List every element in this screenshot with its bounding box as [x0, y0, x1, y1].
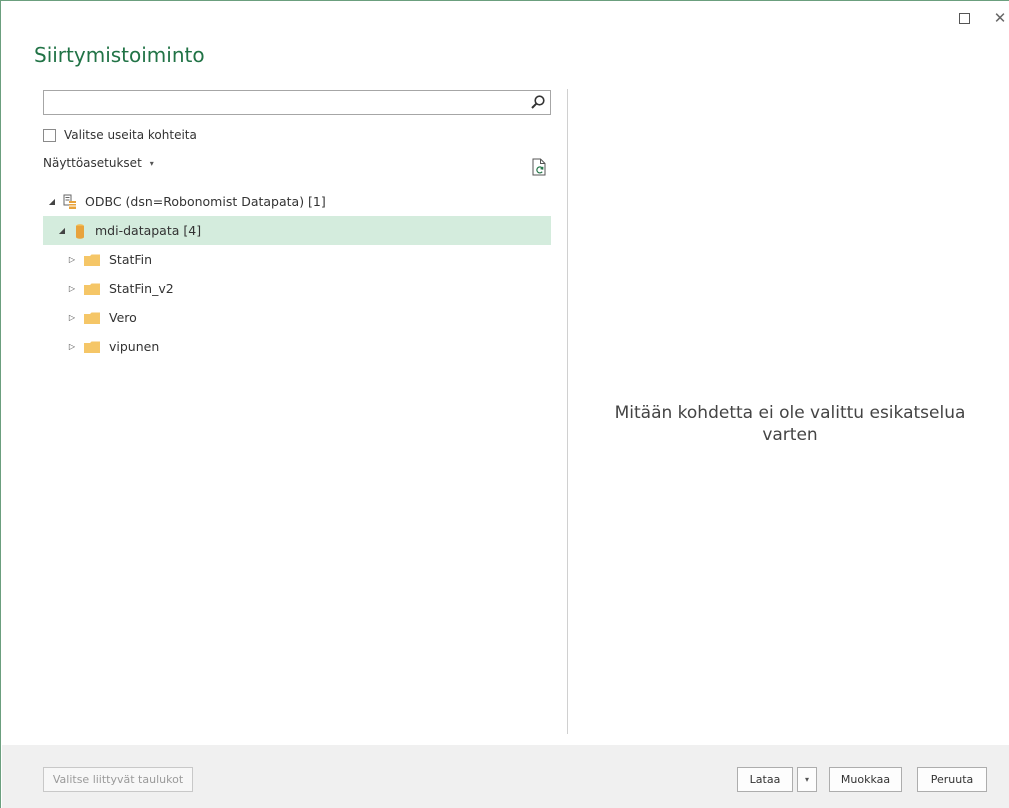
- expand-collapse-icon[interactable]: ◢: [57, 226, 67, 235]
- expand-collapse-icon[interactable]: ▷: [67, 284, 77, 293]
- display-options-label: Näyttöasetukset: [43, 156, 142, 170]
- search-input[interactable]: [44, 91, 524, 114]
- folder-icon: [84, 254, 100, 266]
- multi-select-option[interactable]: Valitse useita kohteita: [43, 128, 197, 142]
- footer-bar: Valitse liittyvät taulukot Lataa ▾ Muokk…: [2, 745, 1009, 808]
- multi-select-label: Valitse useita kohteita: [64, 128, 197, 142]
- folder-icon: [84, 283, 100, 295]
- tree-item-label: ODBC (dsn=Robonomist Datapata) [1]: [85, 194, 326, 209]
- maximize-icon[interactable]: [955, 9, 973, 27]
- tree-item-label: StatFin_v2: [109, 281, 174, 296]
- tree-item-mdi-datapata[interactable]: ◢ mdi-datapata [4]: [43, 216, 551, 245]
- expand-collapse-icon[interactable]: ▷: [67, 342, 77, 351]
- load-button[interactable]: Lataa: [737, 767, 793, 792]
- select-related-tables-button[interactable]: Valitse liittyvät taulukot: [43, 767, 193, 792]
- tree-item-vipunen[interactable]: ▷ vipunen: [43, 332, 551, 361]
- tree-item-odbc[interactable]: ◢ ODBC (dsn=Robonomist Datapata) [1]: [43, 187, 551, 216]
- window-controls: ✕: [955, 9, 1009, 27]
- refresh-icon[interactable]: [531, 158, 547, 176]
- tree-item-statfin[interactable]: ▷ StatFin: [43, 245, 551, 274]
- navigator-tree: ◢ ODBC (dsn=Robonomist Datapata) [1] ◢ m…: [43, 187, 551, 361]
- cancel-button[interactable]: Peruuta: [917, 767, 987, 792]
- expand-collapse-icon[interactable]: ◢: [47, 197, 57, 206]
- pane-divider[interactable]: [567, 89, 568, 734]
- tree-item-label: StatFin: [109, 252, 153, 267]
- edit-button[interactable]: Muokkaa: [829, 767, 902, 792]
- tree-item-label: mdi-datapata [4]: [95, 223, 202, 238]
- search-icon[interactable]: [530, 94, 546, 110]
- display-options-dropdown[interactable]: Näyttöasetukset ▾: [43, 156, 154, 170]
- tree-item-label: vipunen: [109, 339, 160, 354]
- chevron-down-icon: ▾: [804, 775, 809, 784]
- multi-select-checkbox[interactable]: [43, 128, 56, 142]
- tree-item-statfin-v2[interactable]: ▷ StatFin_v2: [43, 274, 551, 303]
- tree-item-label: Vero: [109, 310, 137, 325]
- expand-collapse-icon[interactable]: ▷: [67, 255, 77, 264]
- chevron-down-icon: ▾: [149, 158, 154, 168]
- folder-icon: [84, 341, 100, 353]
- dialog-title: Siirtymistoiminto: [34, 43, 205, 67]
- database-icon: [76, 223, 84, 239]
- close-icon[interactable]: ✕: [991, 9, 1009, 27]
- load-options-button[interactable]: ▾: [797, 767, 817, 792]
- folder-icon: [84, 312, 100, 324]
- preview-empty-message: Mitään kohdetta ei ole valittu esikatsel…: [614, 403, 966, 445]
- expand-collapse-icon[interactable]: ▷: [67, 313, 77, 322]
- odbc-server-icon: [63, 194, 76, 209]
- navigator-window: ✕ Siirtymistoiminto Valitse useita kohte…: [0, 0, 1009, 808]
- search-box[interactable]: [43, 90, 551, 115]
- tree-item-vero[interactable]: ▷ Vero: [43, 303, 551, 332]
